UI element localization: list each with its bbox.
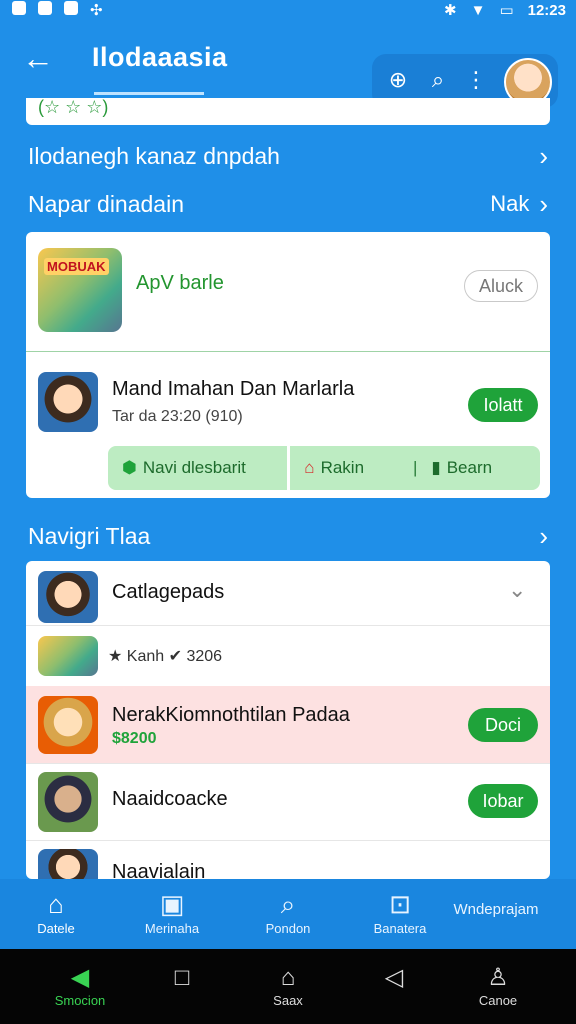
list-item[interactable]: ★ Kanh ✔ 3206: [26, 626, 550, 686]
action-nav[interactable]: ⬢ Navi dlesbarit: [108, 446, 287, 490]
nav-label: Datele: [37, 921, 75, 936]
featured-card: MOBUAK ApV barle Aluck Mand Imahan Dan M…: [26, 232, 550, 498]
section-label: Ilodanegh kanaz dnpdah: [28, 142, 280, 169]
bluetooth-icon: ✱: [444, 2, 457, 19]
back-triangle-icon: ◁: [384, 964, 404, 991]
clock: 12:23: [527, 1, 566, 19]
app-icon: ✣: [90, 2, 103, 19]
bookmark-icon: ▮: [431, 458, 441, 477]
section-header-1[interactable]: Ilodanegh kanaz dnpdah ›: [28, 138, 548, 174]
item-avatar: [38, 772, 98, 832]
bottom-nav: ⌂ Datele ▣ Merinaha ⌕ Pondon ⊡ Banatera …: [0, 879, 576, 949]
list-item[interactable]: Catlagepads ⌄: [26, 561, 550, 625]
item-avatar: [38, 571, 98, 623]
list-item[interactable]: Naavialain: [26, 841, 550, 879]
nav-label: Banatera: [373, 921, 427, 936]
section-label: Napar dinadain: [28, 190, 185, 217]
sys-label: Saax: [273, 993, 303, 1008]
app-title: ApV barle: [136, 272, 224, 294]
nav-pondon[interactable]: ⌕ Pondon: [248, 887, 328, 936]
more-link[interactable]: Nak: [490, 191, 529, 217]
sys-recents[interactable]: □: [142, 963, 222, 993]
more-vert-icon[interactable]: ⋮: [462, 66, 490, 94]
square-icon: □: [174, 964, 190, 991]
person-subtitle: Tar da 23:20 (910): [112, 408, 243, 425]
thumbnail-label: MOBUAK: [44, 258, 109, 275]
item-action-button[interactable]: Iobar: [468, 784, 538, 818]
home-icon: ⌂: [48, 889, 64, 919]
title-underline: [94, 92, 204, 95]
action-bar: ⬢ Navi dlesbarit ⌂ Rakin | ▮ Bearn: [108, 446, 540, 490]
person-action-button[interactable]: Iolatt: [468, 388, 538, 422]
chevron-right-icon: ›: [539, 520, 548, 551]
briefcase-icon: ⊡: [389, 889, 411, 919]
sys-smocion[interactable]: ◀ Smocion: [40, 963, 120, 1008]
notification-icon: [12, 1, 26, 15]
item-price: $8200: [112, 730, 157, 747]
action-label: Bearn: [446, 458, 493, 477]
home-icon: ⌂: [304, 458, 315, 477]
nav-home[interactable]: ⌂ Datele: [20, 887, 92, 936]
list-item[interactable]: Naaidcoacke Iobar: [26, 764, 550, 840]
action-label: Navi dlesbarit: [142, 458, 246, 477]
item-meta: ★ Kanh ✔ 3206: [108, 648, 223, 665]
chevron-right-icon: ›: [539, 188, 548, 219]
home-outline-icon: ⌂: [280, 964, 296, 991]
search-icon[interactable]: ⌕: [424, 66, 452, 94]
nav-merinaha[interactable]: ▣ Merinaha: [132, 887, 212, 936]
page-title: Ilodaaasia: [92, 42, 228, 72]
section-header-2[interactable]: Napar dinadain Nak ›: [28, 186, 548, 222]
divider: [26, 351, 550, 352]
item-name: Naaidcoacke: [112, 788, 228, 810]
sys-home[interactable]: ⌂ Saax: [248, 963, 328, 1008]
nav-label: Wndeprajam: [453, 901, 539, 918]
person-icon: ♙: [487, 964, 509, 991]
item-action-button[interactable]: Doci: [468, 708, 538, 742]
wifi-icon: ▼: [470, 1, 486, 19]
item-name: Catlagepads: [112, 581, 225, 603]
sys-label: Canoe: [478, 993, 518, 1008]
chevron-right-icon: ›: [539, 140, 548, 171]
list-item-highlighted[interactable]: NerakKiomnothtilan Padaa $8200 Doci: [26, 686, 550, 763]
shield-icon: ⬢: [122, 458, 137, 477]
person-avatar[interactable]: [38, 372, 98, 432]
sys-label: Smocion: [54, 993, 106, 1008]
system-nav-bar: ◀ Smocion □ ⌂ Saax ◁ ♙ Canoe: [0, 949, 576, 1024]
chevron-down-icon[interactable]: ⌄: [508, 577, 526, 603]
nav-label: Pondon: [265, 921, 311, 936]
notification-icon: [64, 1, 78, 15]
item-thumbnail: [38, 636, 98, 676]
app-action-button[interactable]: Aluck: [464, 270, 538, 302]
item-avatar: [38, 696, 98, 754]
book-icon: ▣: [159, 889, 185, 919]
list-card: Catlagepads ⌄ ★ Kanh ✔ 3206 NerakKiomnot…: [26, 561, 550, 879]
search-icon: ⌕: [280, 889, 296, 919]
action-label: Rakin: [320, 458, 365, 477]
app-bar: ← Ilodaaasia ⊕ ⌕ ⋮: [0, 22, 576, 108]
item-name: NerakKiomnothtilan Padaa: [112, 704, 350, 726]
status-bar: ✣ ✱ ▼ ▭ 12:23: [0, 0, 576, 20]
nav-wndeprajam[interactable]: Wndeprajam: [436, 901, 556, 918]
sys-canoe[interactable]: ♙ Canoe: [458, 963, 538, 1008]
item-name: Naavialain: [112, 861, 206, 879]
game-thumbnail[interactable]: MOBUAK: [38, 248, 122, 332]
section-header-3[interactable]: Navigri Tlaa ›: [28, 518, 548, 554]
nav-label: Merinaha: [144, 921, 200, 936]
sys-back[interactable]: ◁: [354, 963, 434, 993]
battery-icon: ▭: [499, 2, 514, 19]
section-label: Navigri Tlaa: [28, 522, 151, 549]
person-name: Mand Imahan Dan Marlarla: [112, 378, 355, 400]
action-rakin[interactable]: ⌂ Rakin: [290, 446, 413, 490]
triangle-icon: ◀: [70, 964, 90, 991]
arrow-left-icon[interactable]: ←: [22, 42, 58, 74]
nav-banatera[interactable]: ⊡ Banatera: [360, 887, 440, 936]
notification-icon: [38, 1, 52, 15]
action-bearn[interactable]: ▮ Bearn: [417, 446, 540, 490]
lens-icon[interactable]: ⊕: [384, 66, 412, 94]
rating-card: (☆ ☆ ☆): [26, 98, 550, 125]
item-avatar: [38, 849, 98, 879]
